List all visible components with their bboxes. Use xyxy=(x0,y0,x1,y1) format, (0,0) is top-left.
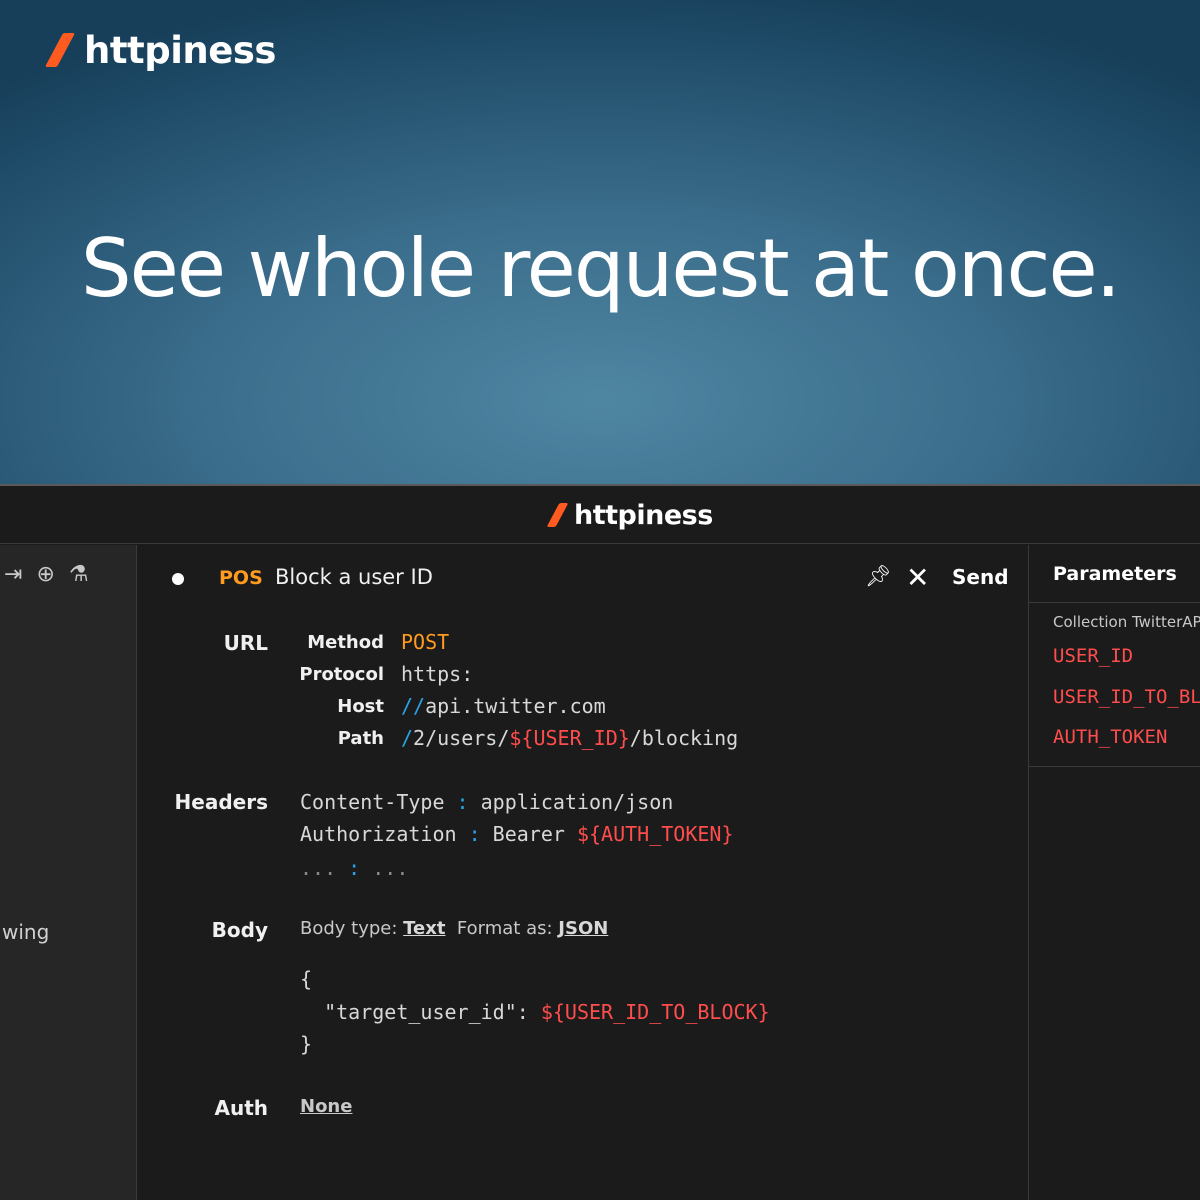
body-close-brace[interactable]: } xyxy=(300,1032,312,1056)
protocol-label: Protocol xyxy=(299,664,384,685)
parameters-panel: Parameters Collection TwitterAPI USER_ID… xyxy=(1028,545,1200,1200)
divider xyxy=(1029,602,1200,603)
path-segment: /blocking xyxy=(629,726,739,750)
body-type-toggle[interactable]: Text xyxy=(403,918,445,939)
host-value: api.twitter.com xyxy=(425,694,606,718)
section-label-url: URL xyxy=(223,631,268,655)
body-open-brace[interactable]: { xyxy=(300,967,312,991)
parameter-item[interactable]: USER_ID xyxy=(1053,645,1133,667)
app-logo: httpiness xyxy=(545,498,713,532)
unsaved-dot-icon xyxy=(172,573,184,585)
app-titlebar: httpiness xyxy=(0,486,1200,544)
request-name[interactable]: Block a user ID xyxy=(275,565,433,589)
placeholder-separator: : xyxy=(336,856,373,880)
request-editor: POS Block a user ID 📌︎ ✕ Send URL Method… xyxy=(138,545,1028,1200)
host-prefix: // xyxy=(401,694,426,718)
header-key: Authorization xyxy=(300,822,457,846)
header-value: Bearer xyxy=(492,822,577,846)
hero-brand-name: httpiness xyxy=(84,28,276,72)
format-label: Format as: xyxy=(445,918,559,939)
path-label: Path xyxy=(337,728,384,749)
header-separator: : xyxy=(456,822,493,846)
logo-slash-icon xyxy=(546,503,569,527)
protocol-value[interactable]: https: xyxy=(401,662,473,686)
hero-headline: See whole request at once. xyxy=(80,222,1121,315)
send-button[interactable]: Send xyxy=(952,565,1009,589)
parameter-item[interactable]: USER_ID_TO_BLOCK xyxy=(1053,686,1200,708)
section-label-headers: Headers xyxy=(174,790,268,814)
body-key: "target_user_id": xyxy=(300,1000,541,1024)
new-header-placeholder[interactable]: ... : ... xyxy=(300,856,408,880)
divider xyxy=(1029,766,1200,767)
body-type-label: Body type: xyxy=(300,918,404,939)
close-icon[interactable]: ✕ xyxy=(906,561,929,594)
host-label: Host xyxy=(337,696,384,717)
path-segment: 2/users/ xyxy=(413,726,510,750)
method-value[interactable]: POST xyxy=(401,630,449,654)
collection-label: Collection TwitterAPI xyxy=(1053,613,1200,631)
parameters-title: Parameters xyxy=(1053,563,1177,585)
method-badge: POS xyxy=(219,567,263,589)
method-label: Method xyxy=(307,632,384,653)
format-toggle[interactable]: JSON xyxy=(558,918,608,939)
header-row[interactable]: Authorization : Bearer ${AUTH_TOKEN} xyxy=(300,822,734,846)
header-row[interactable]: Content-Type : application/json xyxy=(300,790,673,814)
section-label-auth: Auth xyxy=(214,1096,268,1120)
collapse-to-right-icon[interactable]: ⇥ xyxy=(4,563,22,587)
placeholder-key: ... xyxy=(300,856,337,880)
header-separator: : xyxy=(444,790,481,814)
placeholder-value: ... xyxy=(372,856,409,880)
header-value: application/json xyxy=(480,790,674,814)
app-brand-name: httpiness xyxy=(574,499,713,531)
body-line[interactable]: "target_user_id": ${USER_ID_TO_BLOCK} xyxy=(300,1000,770,1024)
new-request-icon[interactable]: ⊕ xyxy=(36,563,54,587)
header-variable: ${AUTH_TOKEN} xyxy=(576,822,734,846)
pin-icon[interactable]: 📌︎ xyxy=(865,564,892,589)
sidebar-item-partial[interactable]: wing xyxy=(2,920,49,944)
host-field[interactable]: //api.twitter.com xyxy=(401,694,606,718)
auth-toggle[interactable]: None xyxy=(300,1096,352,1117)
request-header: POS Block a user ID 📌︎ ✕ Send xyxy=(138,561,1028,594)
body-options: Body type: Text Format as: JSON xyxy=(300,918,608,939)
section-label-body: Body xyxy=(211,918,268,942)
logo-slash-icon xyxy=(44,33,76,67)
parameter-item[interactable]: AUTH_TOKEN xyxy=(1053,726,1167,748)
hero-banner: httpiness See whole request at once. xyxy=(0,0,1200,484)
path-prefix: / xyxy=(401,726,414,750)
path-field[interactable]: /2/users/${USER_ID}/blocking xyxy=(401,726,738,750)
path-variable: ${USER_ID} xyxy=(509,726,630,750)
flask-icon[interactable]: ⚗ xyxy=(69,563,89,587)
body-variable: ${USER_ID_TO_BLOCK} xyxy=(540,1000,770,1024)
sidebar-toolbar: ⇥ ⊕ ⚗ xyxy=(4,563,89,587)
hero-logo: httpiness xyxy=(34,26,276,74)
left-sidebar: ⇥ ⊕ ⚗ wing xyxy=(0,545,137,1200)
header-key: Content-Type xyxy=(300,790,445,814)
